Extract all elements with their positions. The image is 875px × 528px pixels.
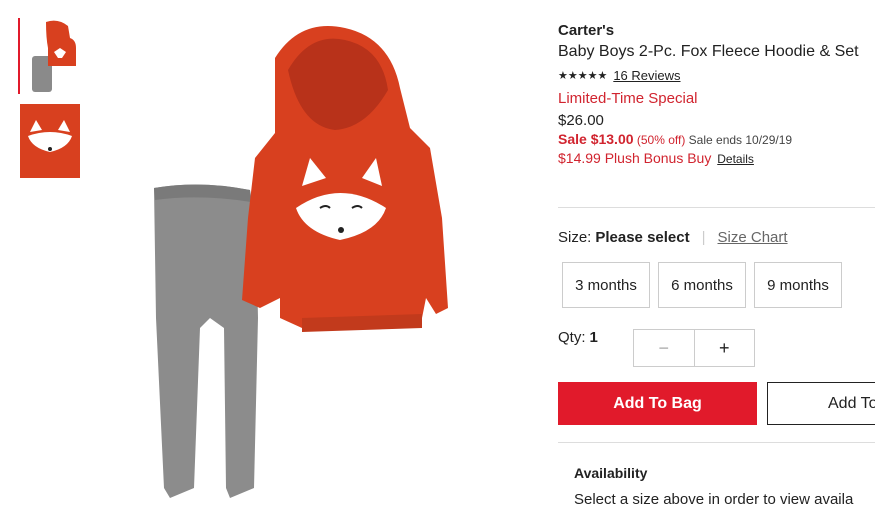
product-main-image[interactable] [130, 18, 510, 518]
size-option-6-months[interactable]: 6 months [658, 262, 746, 308]
reviews-link[interactable]: 16 Reviews [613, 68, 680, 83]
size-options: 3 months 6 months 9 months [562, 262, 842, 308]
quantity-row: Qty: 1 [558, 329, 598, 346]
bonus-details-link[interactable]: Details [717, 152, 754, 166]
product-info: Carter's Baby Boys 2-Pc. Fox Fleece Hood… [558, 18, 875, 166]
bonus-buy-text: $14.99 Plush Bonus Buy [558, 150, 712, 166]
regular-price: $26.00 [558, 112, 604, 129]
availability-text: Select a size above in order to view ava… [574, 491, 854, 508]
size-option-9-months[interactable]: 9 months [754, 262, 842, 308]
add-to-list-button[interactable]: Add To [767, 382, 875, 425]
size-separator: | [701, 229, 706, 246]
size-selected: Please select [595, 229, 690, 246]
hoodie-illustration [242, 26, 448, 332]
size-option-3-months[interactable]: 3 months [562, 262, 650, 308]
pants-illustration [154, 184, 258, 498]
qty-label: Qty: [558, 329, 586, 346]
divider [558, 207, 875, 208]
sale-end-date: Sale ends 10/29/19 [688, 133, 793, 147]
thumbnail-outfit[interactable] [18, 18, 82, 94]
thumbnail-fox-closeup[interactable] [18, 104, 80, 180]
qty-increase-button[interactable]: + [694, 330, 754, 366]
availability-title: Availability [574, 465, 648, 481]
star-rating-icon: ★★★★★ [558, 70, 608, 82]
product-title: Baby Boys 2-Pc. Fox Fleece Hoodie & Set [558, 43, 859, 60]
size-label: Size: [558, 229, 592, 246]
quantity-stepper: − + [633, 329, 755, 367]
promo-label: Limited-Time Special [558, 90, 698, 107]
size-header: Size: Please select | Size Chart [558, 229, 788, 246]
sale-price: Sale $13.00 [558, 131, 634, 147]
sale-price-row: Sale $13.00 (50% off) Sale ends 10/29/19 [558, 131, 875, 147]
discount-percent: (50% off) [636, 133, 686, 147]
divider [558, 442, 875, 443]
qty-decrease-button[interactable]: − [634, 330, 695, 366]
brand-name[interactable]: Carter's [558, 22, 875, 39]
rating-row: ★★★★★ 16 Reviews [558, 68, 875, 83]
size-chart-link[interactable]: Size Chart [718, 229, 788, 246]
add-to-bag-button[interactable]: Add To Bag [558, 382, 757, 425]
qty-value: 1 [589, 329, 598, 346]
bonus-buy-row: $14.99 Plush Bonus Buy Details [558, 150, 875, 166]
